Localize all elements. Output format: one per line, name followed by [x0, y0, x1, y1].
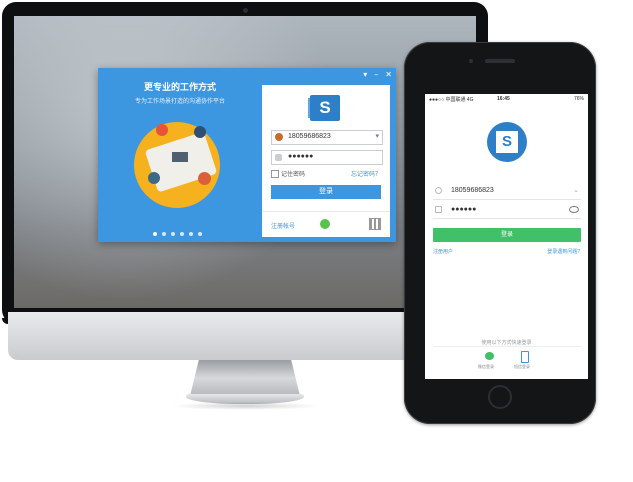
eye-icon[interactable]: [569, 206, 579, 213]
app-logo-icon: S: [496, 131, 518, 153]
remember-label: 记住密码: [281, 172, 306, 178]
clock: 16:45: [497, 96, 510, 102]
illustration-laptop-icon: [172, 152, 188, 162]
lock-icon: [435, 206, 442, 213]
phone-camera: [469, 59, 473, 63]
chevron-down-icon[interactable]: ▾: [375, 132, 379, 140]
app-logo-icon: S: [310, 95, 340, 121]
promo-subline: 专为工作场景打造的沟通协作平台: [134, 99, 225, 105]
register-link[interactable]: 注册帐号: [271, 221, 295, 230]
user-icon: [435, 187, 442, 194]
carousel-dot[interactable]: [171, 232, 175, 236]
wechat-icon[interactable]: [485, 352, 494, 360]
carousel-dot[interactable]: [189, 232, 193, 236]
password-value: ●●●●●●: [451, 206, 477, 213]
dropdown-icon[interactable]: ▾: [363, 70, 367, 79]
password-field[interactable]: ●●●●●●: [433, 202, 581, 219]
battery-level: 76%: [573, 96, 584, 102]
minimize-icon[interactable]: –: [374, 70, 378, 79]
login-panel: S 18059686823 ▾ ●●●●●● 记住密码 忘记密码？ 登录 注册帐…: [262, 85, 390, 237]
illustration-person-icon: [194, 126, 206, 138]
home-button[interactable]: [488, 385, 512, 409]
carrier-label: ●●●○○ 中国联通 4G: [429, 97, 474, 103]
remember-checkbox[interactable]: [271, 170, 279, 178]
login-problem-link[interactable]: 登录遇到问题?: [547, 248, 580, 255]
promo-headline: 更专业的工作方式: [143, 82, 216, 92]
monitor-stand: [190, 360, 300, 396]
username-value: 18059686823: [451, 187, 494, 194]
username-value: 18059686823: [288, 133, 331, 140]
window-controls: ▾ – ✕: [363, 70, 392, 79]
phone-icon[interactable]: [521, 351, 529, 363]
stand-shadow: [170, 402, 320, 410]
divider: [262, 211, 390, 212]
carousel-dot[interactable]: [162, 232, 166, 236]
wechat-icon[interactable]: [320, 219, 330, 229]
password-field[interactable]: ●●●●●●: [271, 150, 383, 165]
carousel-dot[interactable]: [153, 232, 157, 236]
carousel-dot[interactable]: [198, 232, 202, 236]
forgot-password-link[interactable]: 忘记密码？: [351, 169, 381, 178]
illustration-person-icon: [148, 172, 160, 184]
qr-code-icon[interactable]: [369, 218, 381, 230]
username-field[interactable]: 18059686823 ▾: [271, 130, 383, 145]
carousel-dot[interactable]: [180, 232, 184, 236]
chevron-down-icon[interactable]: ⌄: [573, 186, 579, 194]
register-link[interactable]: 注册用户: [433, 248, 453, 255]
password-value: ●●●●●●: [288, 153, 314, 160]
status-bar: ●●●○○ 中国联通 4G 16:45 76%: [425, 94, 588, 103]
username-field[interactable]: 18059686823 ⌄: [433, 183, 581, 200]
lock-icon: [275, 154, 282, 161]
login-button[interactable]: 登录: [433, 228, 581, 242]
quick-login-label: 使用以下方式快速登录: [481, 340, 532, 346]
illustration-person-icon: [198, 172, 211, 185]
illustration-person-icon: [156, 124, 168, 136]
login-button[interactable]: 登录: [271, 185, 381, 199]
monitor-camera: [243, 8, 248, 13]
phone-screen: ●●●○○ 中国联通 4G 16:45 76% S 18059686823 ⌄ …: [425, 94, 588, 379]
divider: [433, 346, 581, 347]
desktop-login-window: 更专业的工作方式 专为工作场景打造的沟通协作平台 ▾ – ✕ S 1805968…: [98, 68, 396, 242]
promo-panel: 更专业的工作方式 专为工作场景打造的沟通协作平台: [98, 68, 262, 242]
phone-speaker: [485, 59, 515, 63]
sms-login-label[interactable]: 短信登录: [514, 364, 530, 370]
carousel-dots: [153, 232, 213, 238]
close-icon[interactable]: ✕: [385, 70, 392, 79]
avatar-icon: [275, 133, 283, 141]
wechat-login-label[interactable]: 微信登录: [478, 364, 494, 370]
